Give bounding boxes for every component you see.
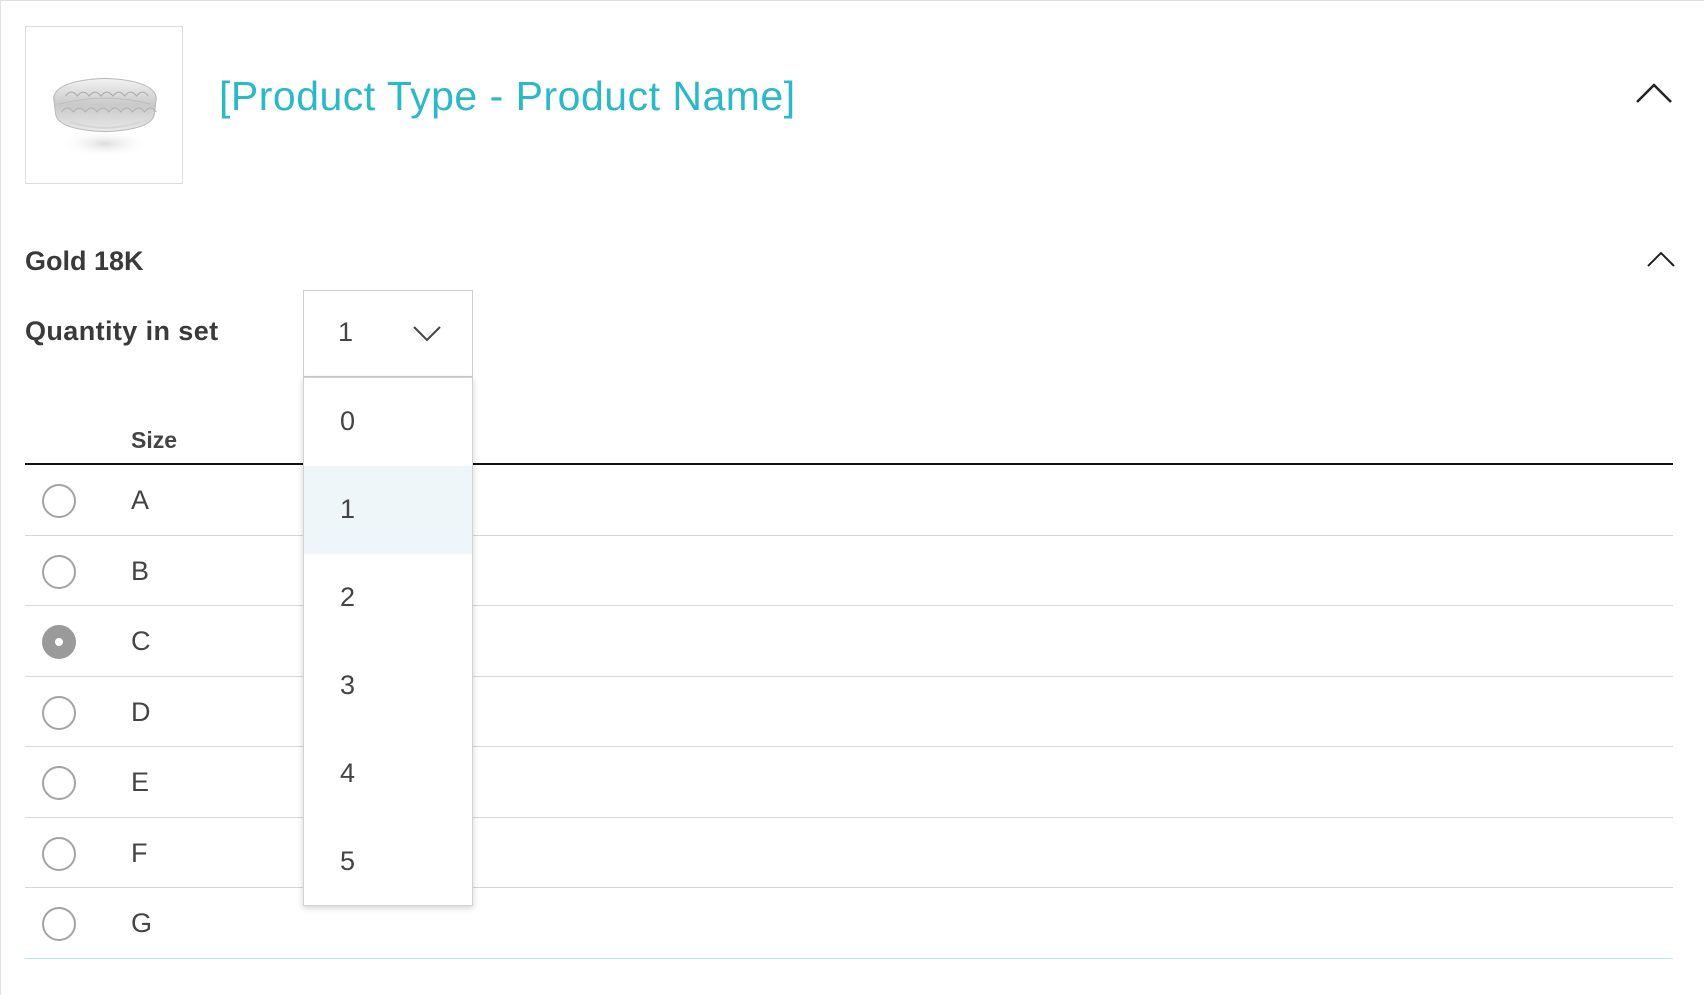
size-radio[interactable]: [42, 625, 76, 659]
quantity-option[interactable]: 3: [304, 642, 472, 730]
size-row[interactable]: A: [25, 465, 1673, 536]
size-radio[interactable]: [42, 766, 76, 800]
chevron-up-icon[interactable]: [1645, 249, 1677, 269]
size-label: C: [131, 626, 151, 656]
size-radio[interactable]: [42, 554, 76, 589]
quantity-option[interactable]: 1: [304, 466, 472, 554]
section-title: Gold 18K: [25, 246, 144, 276]
product-configurator: [Product Type - Product Name] Gold 18K Q…: [0, 0, 1704, 995]
quantity-option-label: 0: [340, 406, 356, 436]
size-label: E: [131, 767, 150, 797]
chevron-down-icon[interactable]: [412, 323, 442, 343]
size-radio[interactable]: [42, 907, 76, 941]
quantity-dropdown-menu: 0 1 2 3 4 5: [303, 377, 473, 906]
size-label: A: [131, 485, 150, 515]
size-label: F: [131, 837, 148, 868]
size-row[interactable]: E: [25, 747, 1673, 818]
size-radio[interactable]: [42, 836, 76, 871]
size-row[interactable]: F: [25, 818, 1673, 888]
size-row[interactable]: G: [25, 888, 1673, 959]
size-radio[interactable]: [42, 695, 76, 730]
chevron-up-icon[interactable]: [1634, 81, 1674, 105]
ring-image: [53, 77, 157, 158]
size-label: G: [131, 908, 153, 938]
quantity-option-label: 3: [340, 670, 356, 700]
size-label: B: [131, 555, 150, 586]
quantity-option-label: 1: [340, 494, 356, 524]
quantity-select-value: 1: [338, 317, 354, 347]
quantity-option-label: 4: [340, 758, 356, 788]
product-title[interactable]: [Product Type - Product Name]: [219, 73, 796, 120]
quantity-option[interactable]: 4: [304, 730, 472, 818]
product-thumbnail: [25, 26, 183, 184]
quantity-select[interactable]: 1: [303, 290, 473, 377]
size-list: A B C D E F G: [25, 465, 1673, 959]
size-label: D: [131, 696, 151, 727]
quantity-option-label: 2: [340, 582, 356, 612]
size-row[interactable]: C: [25, 606, 1673, 677]
quantity-option[interactable]: 2: [304, 554, 472, 642]
size-radio[interactable]: [42, 484, 76, 518]
quantity-label: Quantity in set: [25, 316, 219, 346]
quantity-option[interactable]: 5: [304, 818, 472, 906]
size-row[interactable]: B: [25, 536, 1673, 606]
quantity-option[interactable]: 0: [304, 378, 472, 466]
size-row[interactable]: D: [25, 677, 1673, 747]
size-column-header: Size: [131, 427, 178, 453]
quantity-option-label: 5: [340, 846, 356, 876]
